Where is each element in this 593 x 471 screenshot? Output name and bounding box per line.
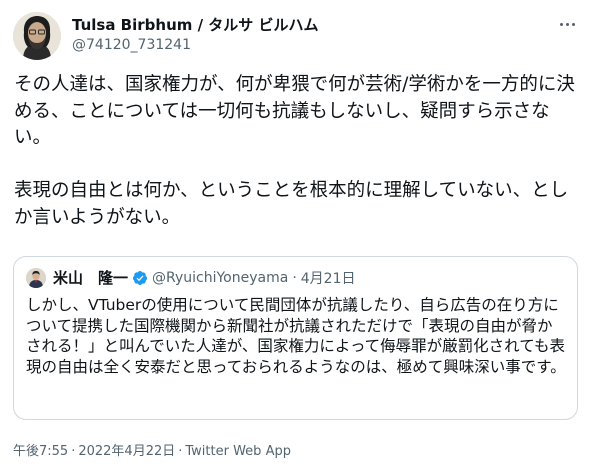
tweet-source[interactable]: Twitter Web App [185, 444, 291, 459]
more-horizontal-icon [559, 22, 563, 26]
quoted-author-handle: @RyuichiYoneyama [152, 269, 289, 286]
tweet-paragraph: 表現の自由とは何か、ということを根本的に理解していない、としか言いようがない。 [14, 180, 569, 228]
separator-dot: · [292, 269, 297, 286]
verified-badge-icon [133, 270, 148, 285]
more-horizontal-icon [565, 22, 569, 26]
tweet-text: その人達は、国家権力が、何が卑猥で何が芸術/学術かを一方的に決める、ことについて… [14, 72, 580, 232]
tweet-paragraph: その人達は、国家権力が、何が卑猥で何が芸術/学術かを一方的に決める、ことについて… [14, 74, 575, 149]
tweet-metadata: 午後7:55 · 2022年4月22日 · Twitter Web App [13, 440, 291, 459]
more-horizontal-icon [571, 22, 575, 26]
quoted-tweet[interactable]: 米山 隆一 @RyuichiYoneyama · 4月21日 しかし、VTube… [13, 256, 578, 420]
tweet-time[interactable]: 午後7:55 [13, 444, 68, 459]
author-info: Tulsa Birbhum / タルサ ビルハム @74120_731241 [72, 16, 319, 55]
author-avatar[interactable] [13, 12, 61, 60]
quoted-author-avatar [26, 267, 46, 288]
separator-dot: · [71, 444, 76, 459]
quoted-author-name: 米山 隆一 [53, 269, 129, 287]
quoted-tweet-date[interactable]: 4月21日 [301, 268, 356, 288]
quoted-tweet-header: 米山 隆一 @RyuichiYoneyama · 4月21日 [26, 267, 356, 288]
more-options-button[interactable] [553, 14, 581, 34]
separator-dot: · [178, 444, 183, 459]
author-handle[interactable]: @74120_731241 [72, 36, 319, 55]
tweet-date[interactable]: 2022年4月22日 [78, 444, 175, 459]
author-display-name[interactable]: Tulsa Birbhum / タルサ ビルハム [72, 16, 319, 35]
quoted-tweet-text: しかし、VTuberの使用について民間団体が抗議したり、自ら広告の在り方について… [26, 296, 566, 376]
